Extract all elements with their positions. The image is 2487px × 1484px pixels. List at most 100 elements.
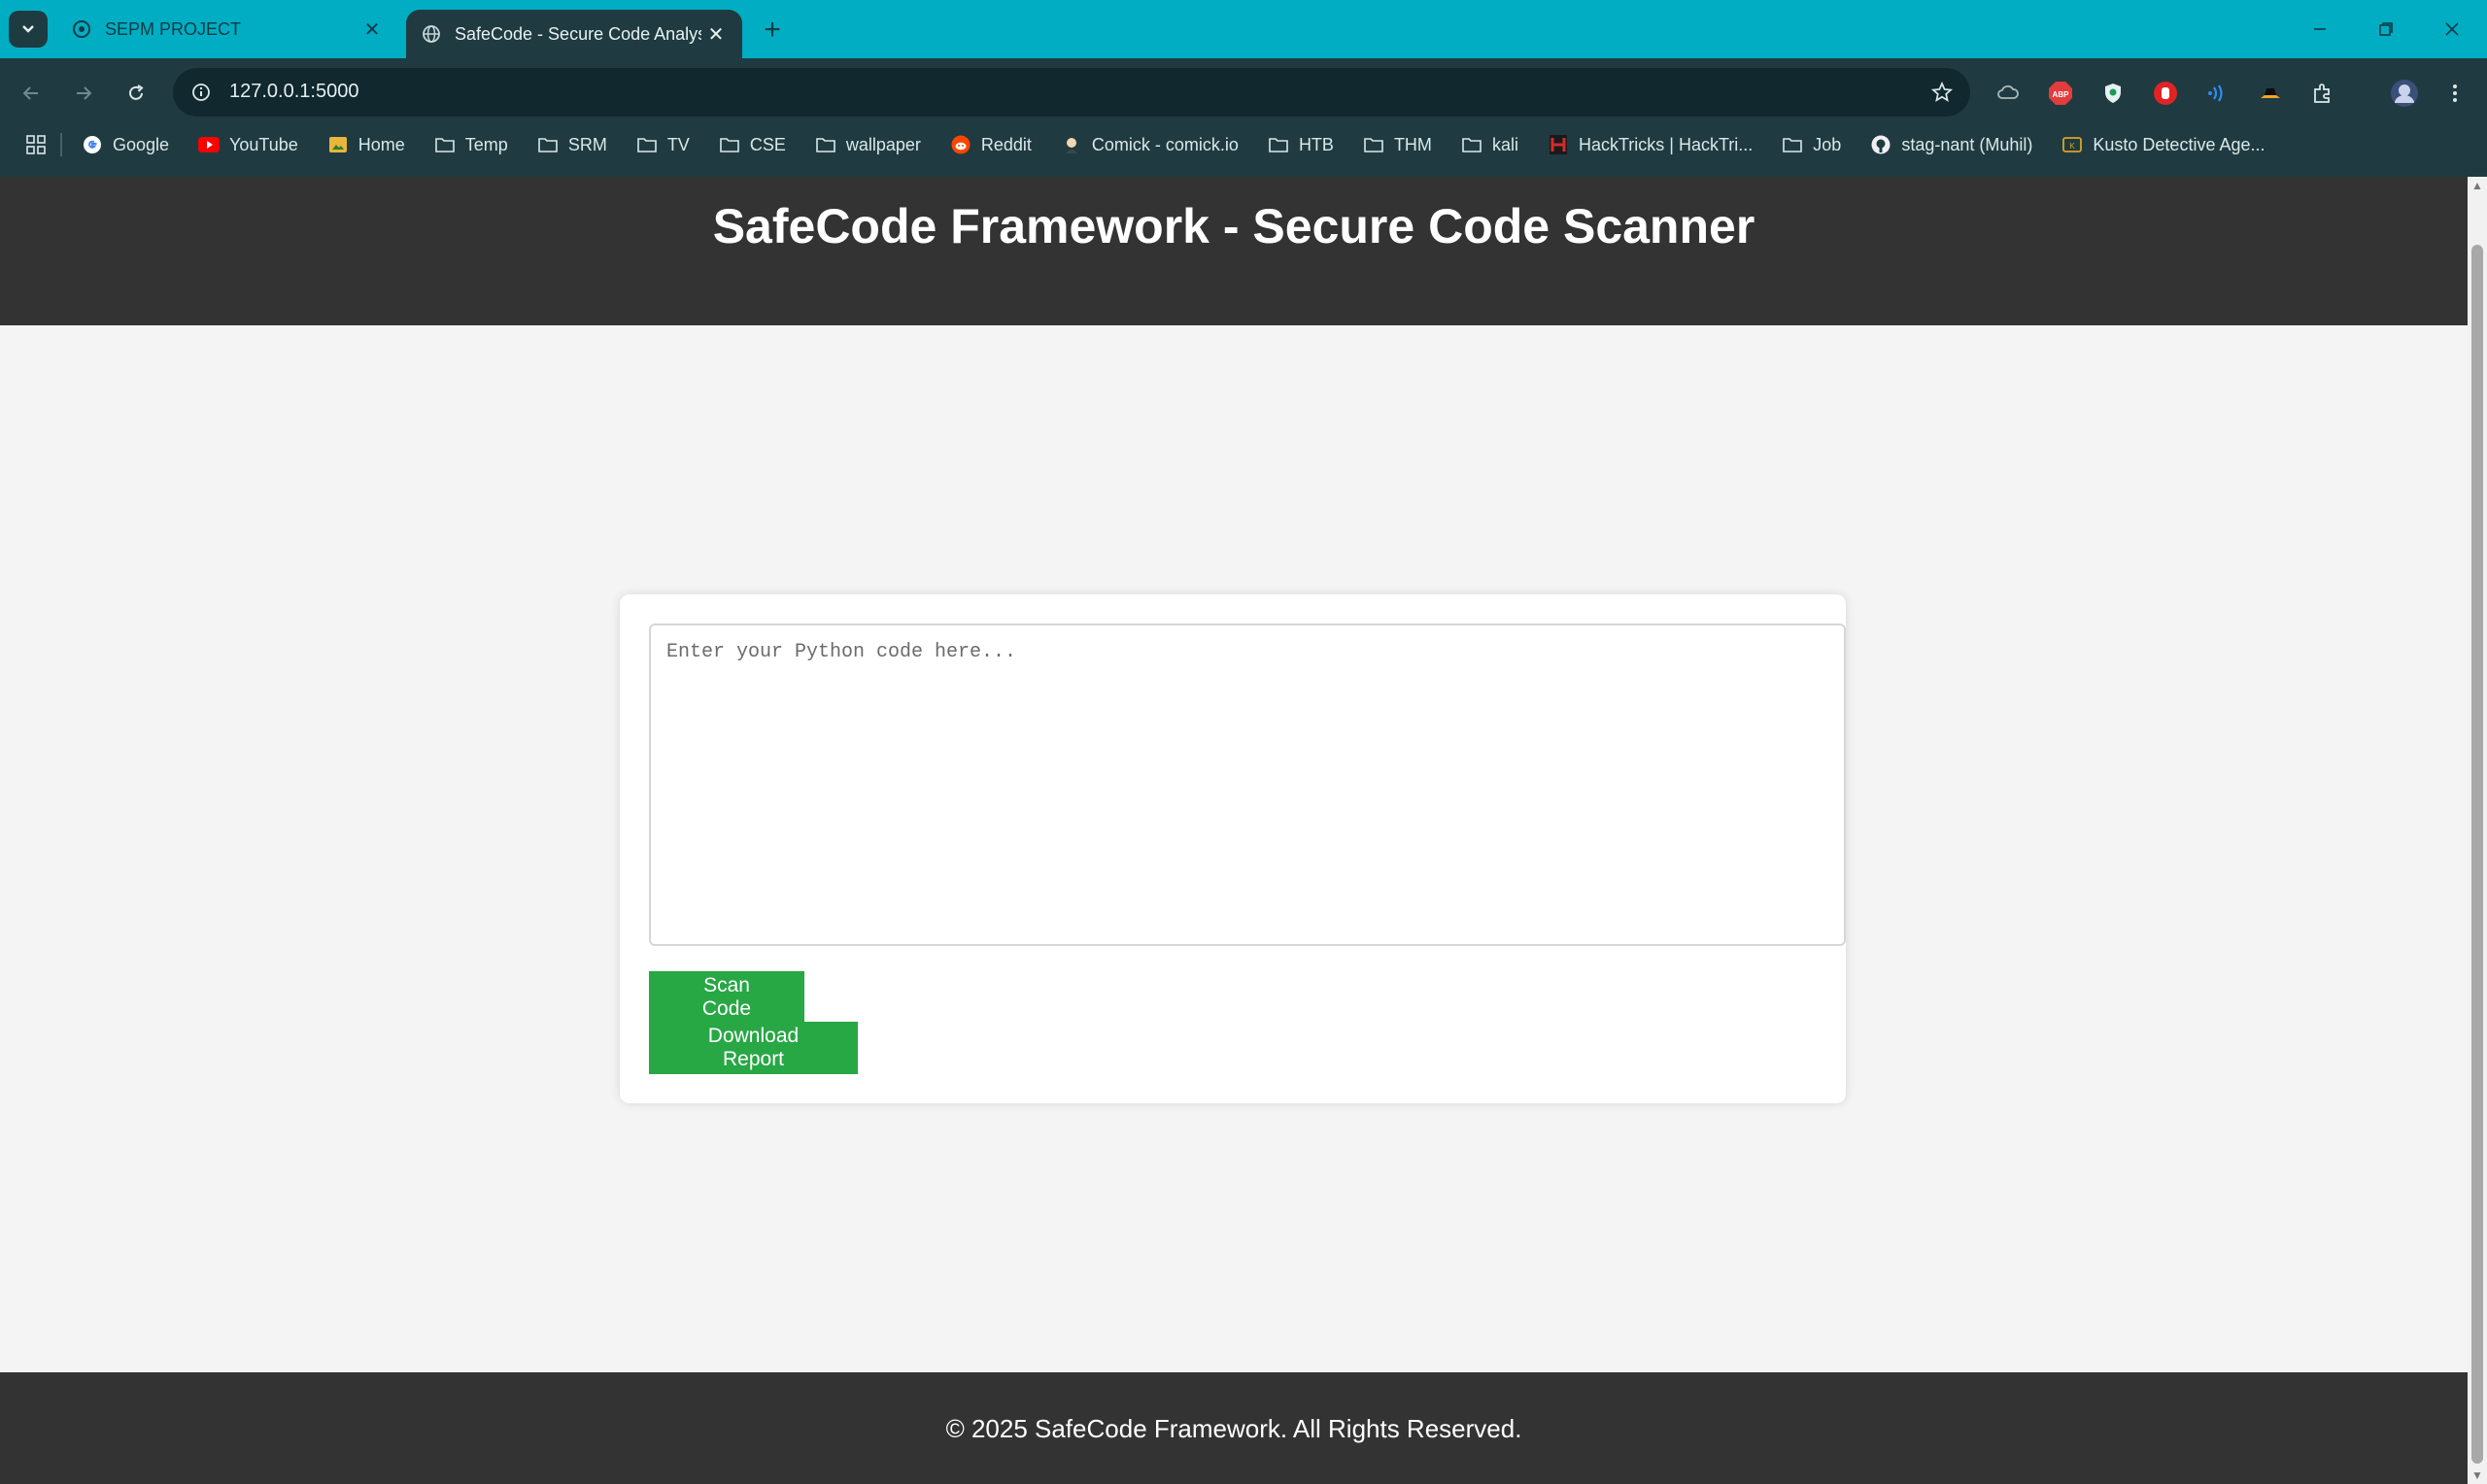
reddit-icon <box>950 134 971 155</box>
bookmark-item[interactable]: TV <box>636 134 690 155</box>
folder-icon <box>1268 134 1289 155</box>
shield-extension-icon[interactable] <box>2096 77 2129 110</box>
bookmark-item[interactable]: Comick - comick.io <box>1061 134 1239 155</box>
bookmark-label: TV <box>666 134 690 154</box>
folder-icon <box>815 134 836 155</box>
bookmark-item[interactable]: Google <box>82 134 169 155</box>
restore-icon[interactable] <box>2353 0 2419 58</box>
bookmark-item[interactable]: YouTube <box>198 134 298 155</box>
page-footer: © 2025 SafeCode Framework. All Rights Re… <box>0 1372 2468 1484</box>
scroll-down-icon[interactable]: ▼ <box>2470 1468 2485 1482</box>
bookmark-label: Kusto Detective Age... <box>2093 134 2266 154</box>
new-tab-button[interactable]: + <box>756 14 789 47</box>
bookmark-item[interactable]: CSE <box>719 134 786 155</box>
bookmark-item[interactable]: Home <box>327 134 405 155</box>
page-header: SafeCode Framework - Secure Code Scanner <box>0 177 2468 325</box>
hat-extension-icon[interactable] <box>2254 77 2287 110</box>
forward-icon[interactable] <box>64 74 103 113</box>
bookmarks-bar: Google YouTube Home Temp SRM TV CSE wallpaper Re… <box>0 122 2295 167</box>
page-viewport: SafeCode Framework - Secure Code Scanner… <box>0 177 2468 1484</box>
code-input[interactable] <box>649 624 1846 946</box>
bookmark-label: Home <box>358 134 405 154</box>
bookmark-label: wallpaper <box>845 134 921 154</box>
bookmark-star-icon[interactable] <box>1927 78 1957 107</box>
hacktricks-icon <box>1548 134 1569 155</box>
download-report-button[interactable]: Download Report <box>649 1022 858 1074</box>
svg-text:ABP: ABP <box>2053 90 2070 99</box>
bookmark-label: CSE <box>749 134 786 154</box>
bookmark-label: Google <box>113 134 170 154</box>
bookmark-label: Job <box>1813 134 1842 154</box>
adblock-icon[interactable]: ABP <box>2044 77 2077 110</box>
bookmark-label: Temp <box>464 134 508 154</box>
bookmark-item[interactable]: Reddit <box>950 134 1032 155</box>
google-icon <box>82 134 103 155</box>
home-icon <box>327 134 349 155</box>
tab-search-button[interactable] <box>9 11 48 48</box>
scan-code-button[interactable]: Scan Code <box>649 971 804 1024</box>
page-scrollbar[interactable]: ▲ ▼ <box>2468 177 2487 1484</box>
wave-extension-icon[interactable] <box>2201 77 2234 110</box>
apps-grid-icon[interactable] <box>25 134 47 155</box>
minimize-icon[interactable] <box>2287 0 2353 58</box>
page-title: SafeCode Framework - Secure Code Scanner <box>712 199 1755 253</box>
tab-safecode[interactable]: SafeCode - Secure Code Analys ✕ <box>406 10 742 58</box>
tab-title: SEPM PROJECT <box>105 18 242 39</box>
folder-icon <box>1782 134 1803 155</box>
window-close-icon[interactable] <box>2419 0 2485 58</box>
github-icon <box>1870 134 1891 155</box>
folder-icon <box>537 134 559 155</box>
folder-icon <box>1461 134 1482 155</box>
bookmark-item[interactable]: SRM <box>537 134 607 155</box>
bookmark-label: Comick - comick.io <box>1091 134 1239 154</box>
bookmark-item[interactable]: stag-nant (Muhil) <box>1870 134 2032 155</box>
close-icon[interactable]: ✕ <box>358 15 387 44</box>
bookmark-item[interactable]: Job <box>1782 134 1841 155</box>
bookmark-item[interactable]: THM <box>1363 134 1432 155</box>
folder-icon <box>719 134 740 155</box>
bookmark-label: HackTricks | HackTri... <box>1578 134 1754 154</box>
bookmark-label: YouTube <box>229 134 298 154</box>
bookmark-item[interactable]: wallpaper <box>815 134 921 155</box>
address-bar[interactable]: 127.0.0.1:5000 <box>173 68 1970 117</box>
cloud-extension-icon[interactable] <box>1992 77 2025 110</box>
folder-icon <box>1363 134 1384 155</box>
close-icon[interactable]: ✕ <box>701 19 731 49</box>
bookmark-label: kali <box>1491 134 1518 154</box>
youtube-icon <box>198 134 221 155</box>
bookmark-label: HTB <box>1298 134 1334 154</box>
chevron-down-icon <box>22 25 34 33</box>
bookmark-item[interactable]: K Kusto Detective Age... <box>2061 134 2266 155</box>
folder-icon <box>434 134 456 155</box>
folder-icon <box>636 134 658 155</box>
svg-text:K: K <box>2070 142 2076 151</box>
hand-stop-extension-icon[interactable] <box>2149 77 2182 110</box>
site-info-icon[interactable] <box>187 78 216 107</box>
comick-icon <box>1061 134 1082 155</box>
globe-icon <box>420 22 443 46</box>
bookmark-item[interactable]: HackTricks | HackTri... <box>1548 134 1753 155</box>
scanner-card: Scan Code Download Report <box>620 594 1846 1103</box>
openai-icon <box>70 17 93 41</box>
bookmarks-divider <box>60 133 62 156</box>
bookmark-label: stag-nant (Muhil) <box>1901 134 2033 154</box>
tab-sepm-project[interactable]: SEPM PROJECT ✕ <box>56 0 398 58</box>
bookmark-item[interactable]: Temp <box>434 134 508 155</box>
scroll-up-icon[interactable]: ▲ <box>2470 179 2485 192</box>
scrollbar-thumb[interactable] <box>2471 245 2483 1464</box>
reload-icon[interactable] <box>117 74 155 113</box>
bookmark-item[interactable]: HTB <box>1268 134 1334 155</box>
tab-title: SafeCode - Secure Code Analys <box>455 23 701 44</box>
bookmark-label: Reddit <box>980 134 1032 154</box>
kusto-icon: K <box>2061 134 2083 155</box>
menu-kebab-icon[interactable] <box>2438 77 2471 110</box>
bookmark-label: THM <box>1393 134 1432 154</box>
url-text[interactable]: 127.0.0.1:5000 <box>229 81 358 103</box>
tab-strip: SEPM PROJECT ✕ SafeCode - Secure Code An… <box>0 0 2487 58</box>
profile-avatar[interactable] <box>2388 77 2421 110</box>
back-icon[interactable] <box>12 74 51 113</box>
extensions-puzzle-icon[interactable] <box>2306 77 2339 110</box>
bookmark-item[interactable]: kali <box>1461 134 1518 155</box>
footer-copyright: © 2025 SafeCode Framework. All Rights Re… <box>945 1414 1522 1443</box>
bookmark-label: SRM <box>567 134 607 154</box>
